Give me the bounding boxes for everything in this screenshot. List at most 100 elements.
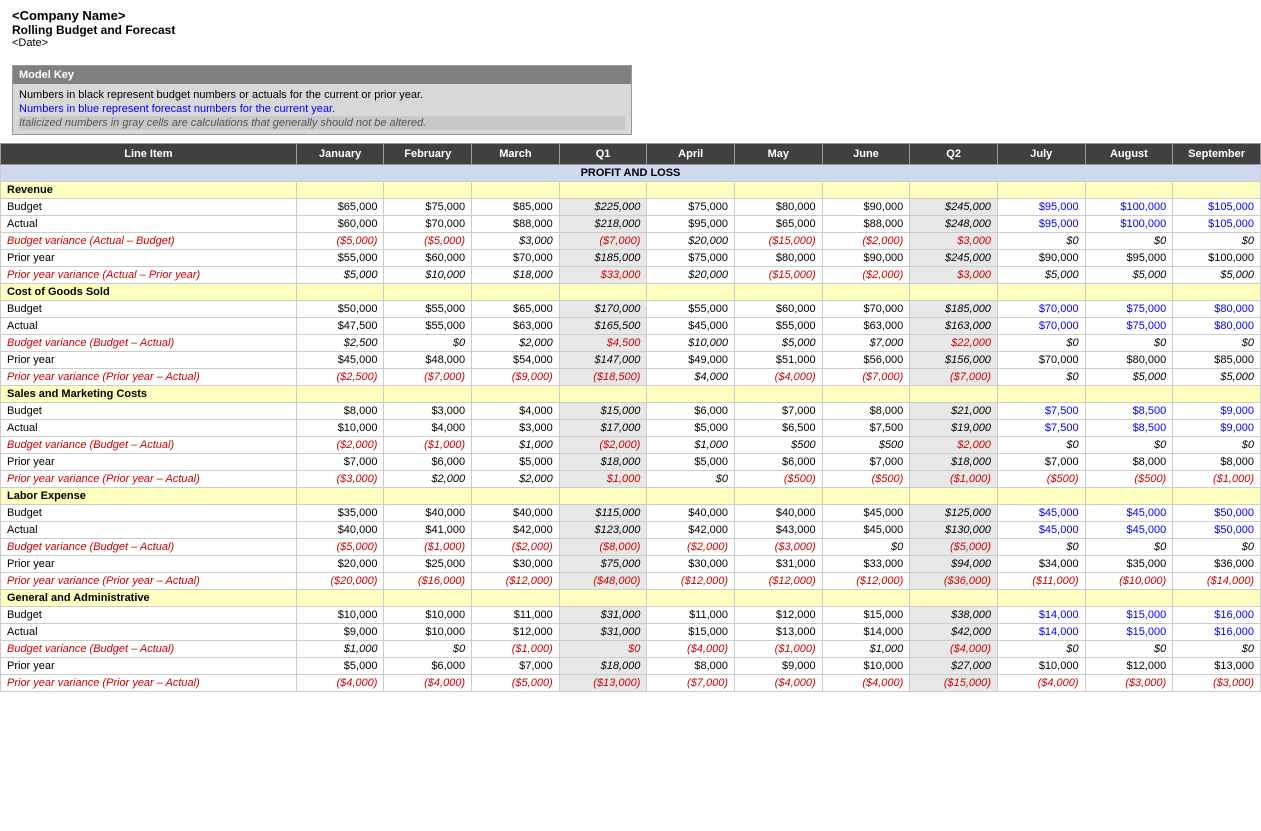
revenue-prior-q2: $245,000: [910, 250, 998, 267]
revenue-budget-mar: $85,000: [472, 199, 560, 216]
revenue-prior-may: $80,000: [735, 250, 823, 267]
cogs-budget-label: Budget: [1, 301, 297, 318]
revenue-pv-apr: $20,000: [647, 267, 735, 284]
revenue-prior-jul: $90,000: [997, 250, 1085, 267]
labor-bv-row: Budget variance (Budget – Actual) ($5,00…: [1, 539, 1261, 556]
revenue-bv-sep: $0: [1173, 233, 1261, 250]
revenue-prior-feb: $60,000: [384, 250, 472, 267]
revenue-pv-row: Prior year variance (Actual – Prior year…: [1, 267, 1261, 284]
revenue-prior-apr: $75,000: [647, 250, 735, 267]
revenue-budget-q2: $245,000: [910, 199, 998, 216]
revenue-bv-may: ($15,000): [735, 233, 823, 250]
report-title: Rolling Budget and Forecast: [12, 23, 1249, 37]
profit-loss-label: PROFIT AND LOSS: [1, 165, 1261, 182]
revenue-prior-sep: $100,000: [1173, 250, 1261, 267]
revenue-prior-jan: $55,000: [296, 250, 384, 267]
budget-table: Line Item January February March Q1 Apri…: [0, 143, 1261, 692]
ga-budget-row: Budget $10,000 $10,000 $11,000 $31,000 $…: [1, 607, 1261, 624]
revenue-budget-jul: $95,000: [997, 199, 1085, 216]
cogs-section-header: Cost of Goods Sold: [1, 284, 1261, 301]
revenue-pv-q2: $3,000: [910, 267, 998, 284]
revenue-label: Revenue: [1, 182, 297, 199]
revenue-budget-sep: $105,000: [1173, 199, 1261, 216]
revenue-bv-mar: $3,000: [472, 233, 560, 250]
revenue-pv-may: ($15,000): [735, 267, 823, 284]
revenue-pv-label: Prior year variance (Actual – Prior year…: [1, 267, 297, 284]
revenue-actual-q2: $248,000: [910, 216, 998, 233]
revenue-prior-label: Prior year: [1, 250, 297, 267]
revenue-actual-may: $65,000: [735, 216, 823, 233]
revenue-actual-feb: $70,000: [384, 216, 472, 233]
col-mar: March: [472, 144, 560, 165]
sales-prior-row: Prior year $7,000 $6,000 $5,000 $18,000 …: [1, 454, 1261, 471]
labor-prior-row: Prior year $20,000 $25,000 $30,000 $75,0…: [1, 556, 1261, 573]
sales-section-header: Sales and Marketing Costs: [1, 386, 1261, 403]
revenue-actual-mar: $88,000: [472, 216, 560, 233]
header: <Company Name> Rolling Budget and Foreca…: [0, 0, 1261, 57]
model-key-box: Model Key Numbers in black represent bud…: [12, 65, 632, 135]
revenue-bv-jun: ($2,000): [822, 233, 910, 250]
col-line-item: Line Item: [1, 144, 297, 165]
revenue-budget-jun: $90,000: [822, 199, 910, 216]
col-q1: Q1: [559, 144, 647, 165]
budget-table-container: Line Item January February March Q1 Apri…: [0, 143, 1261, 692]
sales-pv-row: Prior year variance (Prior year – Actual…: [1, 471, 1261, 488]
revenue-budget-jan: $65,000: [296, 199, 384, 216]
ga-actual-row: Actual $9,000 $10,000 $12,000 $31,000 $1…: [1, 624, 1261, 641]
model-key-body: Numbers in black represent budget number…: [13, 84, 631, 134]
revenue-section-header: Revenue: [1, 182, 1261, 199]
col-may: May: [735, 144, 823, 165]
labor-section-header: Labor Expense: [1, 488, 1261, 505]
model-key-title: Model Key: [13, 66, 631, 84]
revenue-pv-jan: $5,000: [296, 267, 384, 284]
col-aug: August: [1085, 144, 1173, 165]
revenue-actual-jun: $88,000: [822, 216, 910, 233]
cogs-pv-row: Prior year variance (Prior year – Actual…: [1, 369, 1261, 386]
revenue-actual-sep: $105,000: [1173, 216, 1261, 233]
col-jul: July: [997, 144, 1085, 165]
ga-prior-row: Prior year $5,000 $6,000 $7,000 $18,000 …: [1, 658, 1261, 675]
ga-bv-row: Budget variance (Budget – Actual) $1,000…: [1, 641, 1261, 658]
sales-bv-row: Budget variance (Budget – Actual) ($2,00…: [1, 437, 1261, 454]
revenue-pv-jul: $5,000: [997, 267, 1085, 284]
col-sep: September: [1173, 144, 1261, 165]
revenue-bv-label: Budget variance (Actual – Budget): [1, 233, 297, 250]
revenue-bv-apr: $20,000: [647, 233, 735, 250]
revenue-bv-jan: ($5,000): [296, 233, 384, 250]
revenue-actual-label: Actual: [1, 216, 297, 233]
ga-section-header: General and Administrative: [1, 590, 1261, 607]
revenue-actual-row: Actual $60,000 $70,000 $88,000 $218,000 …: [1, 216, 1261, 233]
model-key-line3: Italicized numbers in gray cells are cal…: [19, 116, 625, 130]
revenue-bv-jul: $0: [997, 233, 1085, 250]
revenue-actual-aug: $100,000: [1085, 216, 1173, 233]
revenue-bv-q1: ($7,000): [559, 233, 647, 250]
report-date: <Date>: [12, 37, 1249, 49]
col-feb: February: [384, 144, 472, 165]
col-jan: January: [296, 144, 384, 165]
cogs-prior-row: Prior year $45,000 $48,000 $54,000 $147,…: [1, 352, 1261, 369]
revenue-bv-feb: ($5,000): [384, 233, 472, 250]
revenue-budget-feb: $75,000: [384, 199, 472, 216]
revenue-actual-apr: $95,000: [647, 216, 735, 233]
table-header-row: Line Item January February March Q1 Apri…: [1, 144, 1261, 165]
labor-actual-row: Actual $40,000 $41,000 $42,000 $123,000 …: [1, 522, 1261, 539]
labor-budget-row: Budget $35,000 $40,000 $40,000 $115,000 …: [1, 505, 1261, 522]
revenue-budget-row: Budget $65,000 $75,000 $85,000 $225,000 …: [1, 199, 1261, 216]
revenue-budget-aug: $100,000: [1085, 199, 1173, 216]
revenue-pv-mar: $18,000: [472, 267, 560, 284]
model-key-line1: Numbers in black represent budget number…: [19, 88, 625, 102]
revenue-pv-q1: $33,000: [559, 267, 647, 284]
revenue-budget-q1: $225,000: [559, 199, 647, 216]
sales-budget-row: Budget $8,000 $3,000 $4,000 $15,000 $6,0…: [1, 403, 1261, 420]
revenue-pv-jun: ($2,000): [822, 267, 910, 284]
cogs-bv-row: Budget variance (Budget – Actual) $2,500…: [1, 335, 1261, 352]
revenue-prior-mar: $70,000: [472, 250, 560, 267]
labor-pv-row: Prior year variance (Prior year – Actual…: [1, 573, 1261, 590]
col-apr: April: [647, 144, 735, 165]
col-jun: June: [822, 144, 910, 165]
revenue-prior-jun: $90,000: [822, 250, 910, 267]
cogs-actual-row: Actual $47,500 $55,000 $63,000 $165,500 …: [1, 318, 1261, 335]
profit-loss-row: PROFIT AND LOSS: [1, 165, 1261, 182]
col-q2: Q2: [910, 144, 998, 165]
model-key-line2: Numbers in blue represent forecast numbe…: [19, 102, 625, 116]
